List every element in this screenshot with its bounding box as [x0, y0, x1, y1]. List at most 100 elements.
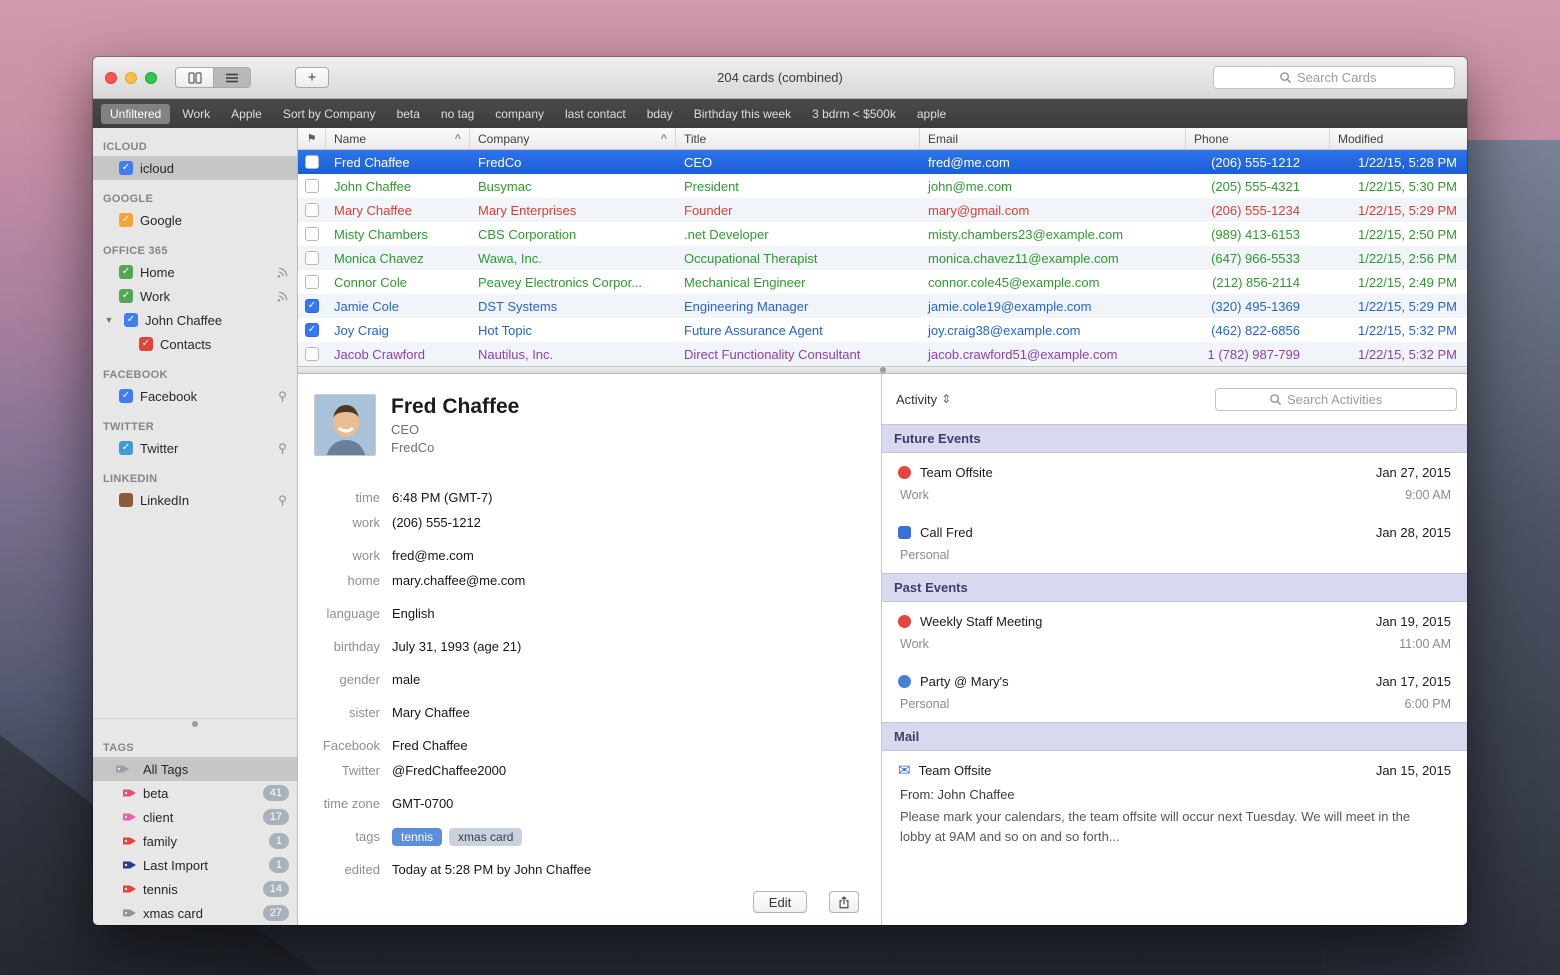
row-checkbox[interactable] [305, 299, 319, 313]
close-button[interactable] [105, 72, 117, 84]
activity-dropdown[interactable]: Activity⇕ [896, 392, 951, 407]
sidebar-section-header-linkedin: LINKEDIN [103, 473, 297, 485]
filter-tab[interactable]: Unfiltered [101, 104, 170, 124]
sidebar-item-all-tags[interactable]: All Tags [93, 757, 297, 781]
contact-photo [314, 394, 376, 456]
column-header-title[interactable]: Title [676, 128, 920, 149]
filter-bar: Unfiltered Work Apple Sort by Company be… [93, 99, 1467, 128]
column-header-modified[interactable]: Modified [1330, 128, 1467, 149]
cell-phone: (212) 856-2114 [1186, 275, 1330, 290]
section-header-past-events: Past Events [882, 573, 1467, 602]
filter-tab[interactable]: bday [638, 104, 682, 124]
tag-item[interactable]: Last Import 1 [93, 853, 297, 877]
column-header-email[interactable]: Email [920, 128, 1186, 149]
tag-pill[interactable]: tennis [392, 828, 442, 846]
card-view-button[interactable] [176, 68, 213, 87]
zoom-button[interactable] [145, 72, 157, 84]
event-time: 6:00 PM [1404, 697, 1451, 711]
tag-pill[interactable]: xmas card [449, 828, 522, 846]
tag-item[interactable]: beta 41 [93, 781, 297, 805]
minimize-button[interactable] [125, 72, 137, 84]
mail-item[interactable]: ✉ Team Offsite Jan 15, 2015 From: John C… [882, 751, 1467, 858]
event-item[interactable]: Team Offsite Jan 27, 2015 Work 9:00 AM [882, 453, 1467, 513]
filter-tab[interactable]: Work [173, 104, 219, 124]
filter-tab[interactable]: Birthday this week [685, 104, 800, 124]
sidebar-item-home[interactable]: ✓ Home [93, 260, 297, 284]
field-value: fred@me.com [392, 548, 474, 563]
sidebar-item-google[interactable]: ✓ Google [93, 208, 297, 232]
horizontal-splitter[interactable] [298, 366, 1467, 374]
column-header-name[interactable]: Name^ [326, 128, 470, 149]
filter-tab[interactable]: Apple [222, 104, 271, 124]
account-checkbox[interactable]: ✓ [119, 289, 133, 303]
contact-detail-panel: Fred Chaffee CEO FredCo time 6:48 PM (GM… [298, 374, 882, 925]
row-checkbox[interactable] [305, 179, 319, 193]
sidebar-item-work[interactable]: ✓ Work [93, 284, 297, 308]
sidebar-item-icloud[interactable]: ✓ icloud [93, 156, 297, 180]
row-checkbox[interactable] [305, 275, 319, 289]
tag-icon [122, 858, 138, 872]
account-checkbox[interactable]: ✓ [124, 313, 138, 327]
table-row[interactable]: Jamie Cole DST Systems Engineering Manag… [298, 294, 1467, 318]
search-cards-input[interactable] [1297, 70, 1389, 85]
sidebar-item-twitter[interactable]: ✓ Twitter [93, 436, 297, 460]
edit-button[interactable]: Edit [753, 891, 807, 913]
table-row[interactable]: Fred Chaffee FredCo CEO fred@me.com (206… [298, 150, 1467, 174]
account-checkbox[interactable]: ✓ [119, 441, 133, 455]
tag-list: beta 41 client 17 family 1 [93, 781, 297, 925]
account-checkbox[interactable]: ✓ [119, 265, 133, 279]
add-card-button[interactable]: + [295, 67, 329, 88]
filter-tab[interactable]: beta [388, 104, 429, 124]
sidebar-item-linkedin[interactable]: LinkedIn [93, 488, 297, 512]
table-row[interactable]: Jacob Crawford Nautilus, Inc. Direct Fun… [298, 342, 1467, 366]
share-button[interactable] [829, 891, 859, 913]
row-checkbox[interactable] [305, 155, 319, 169]
table-row[interactable]: Misty Chambers CBS Corporation .net Deve… [298, 222, 1467, 246]
list-view-button[interactable] [213, 68, 250, 87]
column-header-phone[interactable]: Phone [1186, 128, 1330, 149]
search-activities-field[interactable] [1215, 388, 1457, 411]
tag-item[interactable]: family 1 [93, 829, 297, 853]
table-row[interactable]: Joy Craig Hot Topic Future Assurance Age… [298, 318, 1467, 342]
table-row[interactable]: John Chaffee Busymac President john@me.c… [298, 174, 1467, 198]
table-row[interactable]: Mary Chaffee Mary Enterprises Founder ma… [298, 198, 1467, 222]
account-checkbox[interactable]: ✓ [139, 337, 153, 351]
account-checkbox[interactable]: ✓ [119, 213, 133, 227]
filter-tab[interactable]: Sort by Company [274, 104, 385, 124]
row-checkbox[interactable] [305, 323, 319, 337]
column-header-company[interactable]: Company^ [470, 128, 676, 149]
cell-phone: (462) 822-6856 [1186, 323, 1330, 338]
tag-item[interactable]: xmas card 27 [93, 901, 297, 925]
window-title: 204 cards (combined) [717, 70, 843, 85]
table-row[interactable]: Connor Cole Peavey Electronics Corpor...… [298, 270, 1467, 294]
filter-tab[interactable]: last contact [556, 104, 635, 124]
event-item[interactable]: Party @ Mary's Jan 17, 2015 Personal 6:0… [882, 662, 1467, 722]
disclosure-triangle-icon[interactable]: ▼ [101, 315, 117, 325]
row-checkbox[interactable] [305, 203, 319, 217]
filter-tab[interactable]: no tag [432, 104, 483, 124]
event-item[interactable]: Weekly Staff Meeting Jan 19, 2015 Work 1… [882, 602, 1467, 662]
cell-name: Mary Chaffee [326, 203, 470, 218]
filter-tab[interactable]: apple [908, 104, 955, 124]
search-activities-input[interactable] [1287, 392, 1403, 407]
filter-tab[interactable]: company [486, 104, 553, 124]
account-checkbox[interactable]: ✓ [119, 161, 133, 175]
search-cards-field[interactable] [1213, 66, 1455, 89]
sidebar-splitter[interactable] [93, 718, 297, 729]
row-checkbox[interactable] [305, 251, 319, 265]
sidebar-item-contacts[interactable]: ✓ Contacts [93, 332, 297, 356]
column-header-flag[interactable]: ⚑ [298, 128, 326, 149]
filter-tab[interactable]: 3 bdrm < $500k [803, 104, 905, 124]
sidebar-item-facebook[interactable]: ✓ Facebook [93, 384, 297, 408]
sidebar-item-john-chaffee[interactable]: ▼ ✓ John Chaffee [93, 308, 297, 332]
row-checkbox[interactable] [305, 227, 319, 241]
table-row[interactable]: Monica Chavez Wawa, Inc. Occupational Th… [298, 246, 1467, 270]
tag-item[interactable]: tennis 14 [93, 877, 297, 901]
row-checkbox[interactable] [305, 347, 319, 361]
detail-field-tags: tags tennisxmas card [314, 824, 881, 849]
account-checkbox[interactable] [119, 493, 133, 507]
event-item[interactable]: Call Fred Jan 28, 2015 Personal [882, 513, 1467, 573]
tag-pill-list: tennis xmas card [392, 828, 522, 846]
account-checkbox[interactable]: ✓ [119, 389, 133, 403]
tag-item[interactable]: client 17 [93, 805, 297, 829]
